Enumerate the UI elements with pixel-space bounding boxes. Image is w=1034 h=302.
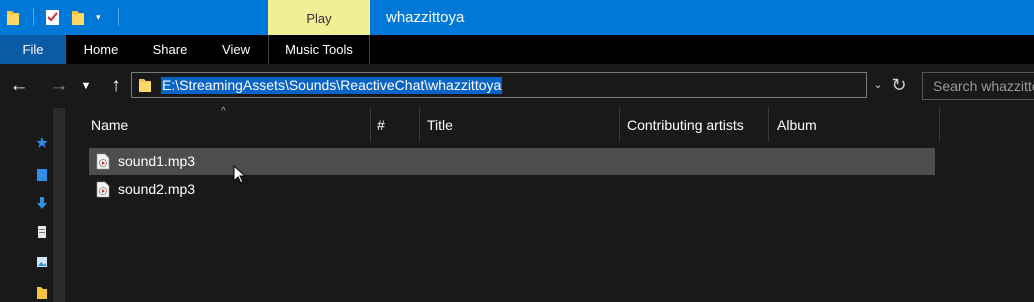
mp3-file-icon xyxy=(96,181,110,198)
customize-dropdown-icon[interactable]: ▾ xyxy=(96,11,101,29)
navigation-scrollbar[interactable] xyxy=(53,108,65,302)
up-arrow-icon[interactable]: ↑ xyxy=(103,64,129,108)
column-divider[interactable] xyxy=(939,108,940,142)
column-contributing-artists[interactable]: Contributing artists xyxy=(627,108,744,142)
new-folder-icon[interactable] xyxy=(71,8,85,26)
quick-access-divider xyxy=(118,8,119,26)
quick-access-divider xyxy=(33,8,34,26)
column-divider[interactable] xyxy=(619,108,620,142)
ribbon-tabs: File Home Share View Music Tools xyxy=(0,35,1034,64)
search-input[interactable] xyxy=(923,73,1034,99)
navigation-pane xyxy=(0,108,65,302)
downloads-icon[interactable] xyxy=(36,196,48,210)
tab-file[interactable]: File xyxy=(0,35,66,64)
window-title: whazzittoya xyxy=(386,9,465,26)
address-dropdown-chevron-icon[interactable]: ⌄ xyxy=(870,72,886,98)
forward-arrow-icon[interactable]: → xyxy=(46,64,72,108)
column-divider[interactable] xyxy=(768,108,769,142)
file-name: sound2.mp3 xyxy=(118,181,196,197)
tab-view[interactable]: View xyxy=(204,35,268,64)
list-item[interactable]: sound2.mp3 xyxy=(89,176,935,203)
quick-access-star-icon[interactable] xyxy=(36,136,48,150)
tab-share[interactable]: Share xyxy=(136,35,204,64)
tab-home[interactable]: Home xyxy=(66,35,136,64)
column-name[interactable]: Name xyxy=(91,108,128,142)
search-box[interactable] xyxy=(922,72,1034,100)
properties-check-icon[interactable] xyxy=(45,8,60,26)
folder-icon xyxy=(139,79,151,92)
file-name: sound1.mp3 xyxy=(118,153,196,169)
address-path[interactable]: E:\StreamingAssets\Sounds\ReactiveChat\w… xyxy=(161,77,503,94)
column-divider[interactable] xyxy=(419,108,420,142)
address-bar[interactable]: E:\StreamingAssets\Sounds\ReactiveChat\w… xyxy=(131,72,867,98)
context-tab-play[interactable]: Play xyxy=(268,0,370,35)
pictures-icon[interactable] xyxy=(36,255,48,269)
recent-locations-chevron-icon[interactable]: ▼ xyxy=(76,64,96,108)
desktop-icon[interactable] xyxy=(36,168,48,182)
mouse-pointer-icon xyxy=(233,165,247,184)
column-divider[interactable] xyxy=(370,108,371,142)
mp3-file-icon xyxy=(96,153,110,170)
back-arrow-icon[interactable]: ← xyxy=(6,64,32,108)
column-album[interactable]: Album xyxy=(777,108,817,142)
column-header-row: ^ Name # Title Contributing artists Albu… xyxy=(65,106,1034,142)
tab-music-tools[interactable]: Music Tools xyxy=(268,35,370,64)
column-title[interactable]: Title xyxy=(427,108,453,142)
refresh-icon[interactable]: ↻ xyxy=(888,72,910,98)
list-item[interactable]: sound1.mp3 xyxy=(89,148,935,175)
column-number[interactable]: # xyxy=(377,108,385,142)
folder-icon[interactable] xyxy=(6,8,20,26)
documents-icon[interactable] xyxy=(36,225,48,239)
title-bar: ▾ Play whazzittoya xyxy=(0,0,1034,35)
address-row: ← → ▼ ↑ E:\StreamingAssets\Sounds\Reacti… xyxy=(0,64,1034,108)
sort-ascending-icon: ^ xyxy=(221,106,226,117)
folder-icon[interactable] xyxy=(36,285,48,299)
